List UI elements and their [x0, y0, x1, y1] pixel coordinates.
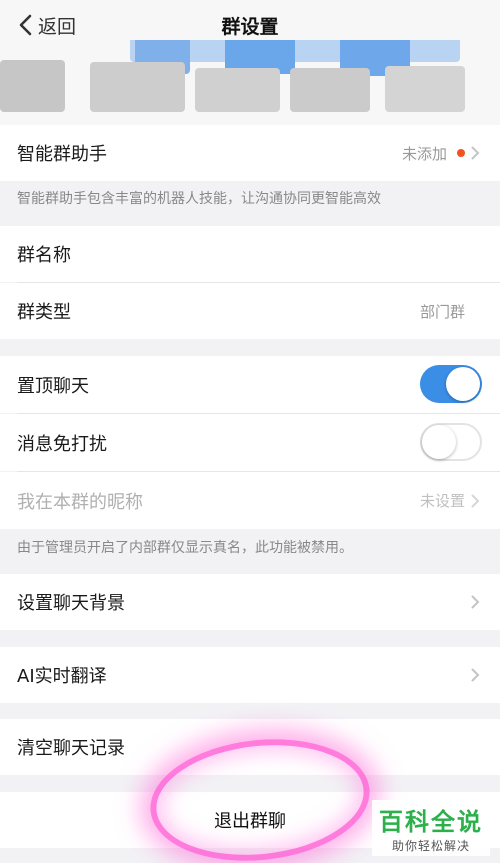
- group-name-label: 群名称: [17, 245, 71, 266]
- chevron-right-icon: [471, 595, 480, 609]
- group-type-label: 群类型: [17, 302, 71, 323]
- ai-translate-label: AI实时翻译: [17, 666, 107, 687]
- smart-assistant-description: 智能群助手包含丰富的机器人技能，让沟通协同更智能高效: [17, 191, 381, 207]
- ai-translate-row[interactable]: AI实时翻译: [0, 647, 500, 703]
- group-nickname-value: 未设置: [419, 492, 465, 510]
- new-badge-dot: [457, 149, 465, 157]
- watermark-subtitle: 助你轻松解决: [391, 839, 470, 853]
- do-not-disturb-label: 消息免打扰: [17, 433, 107, 455]
- clear-history-label: 清空聊天记录: [17, 738, 125, 759]
- group-nickname-row[interactable]: 我在本群的昵称 未设置: [0, 472, 500, 529]
- chat-background-row[interactable]: 设置聊天背景: [0, 574, 500, 630]
- chevron-right-icon: [471, 146, 480, 160]
- smart-assistant-status: 未添加: [401, 144, 447, 163]
- watermark-logo: 百科全说 助你轻松解决: [372, 800, 490, 856]
- pin-chat-toggle[interactable]: [420, 365, 482, 403]
- chevron-right-icon: [471, 668, 480, 682]
- smart-assistant-label: 智能群助手: [17, 144, 107, 165]
- pin-chat-row: 置顶聊天: [0, 356, 500, 413]
- group-type-row[interactable]: 群类型 部门群: [0, 283, 500, 339]
- group-type-value: 部门群: [419, 302, 465, 321]
- member-avatars-redacted: [0, 40, 500, 125]
- nickname-disabled-note: 由于管理员开启了内部群仅显示真名，此功能被禁用。: [17, 540, 353, 556]
- smart-assistant-row[interactable]: 智能群助手 未添加: [0, 125, 500, 181]
- do-not-disturb-row: 消息免打扰: [0, 414, 500, 471]
- pin-chat-label: 置顶聊天: [17, 375, 89, 397]
- do-not-disturb-toggle[interactable]: [420, 423, 482, 461]
- watermark-title: 百科全说: [379, 808, 483, 836]
- clear-history-row[interactable]: 清空聊天记录: [0, 719, 500, 775]
- page-title: 群设置: [221, 16, 279, 38]
- group-name-row[interactable]: 群名称: [0, 226, 500, 282]
- chevron-right-icon: [471, 494, 480, 507]
- group-nickname-label: 我在本群的昵称: [17, 491, 143, 513]
- exit-group-label: 退出群聊: [214, 811, 286, 832]
- chat-background-label: 设置聊天背景: [17, 593, 125, 614]
